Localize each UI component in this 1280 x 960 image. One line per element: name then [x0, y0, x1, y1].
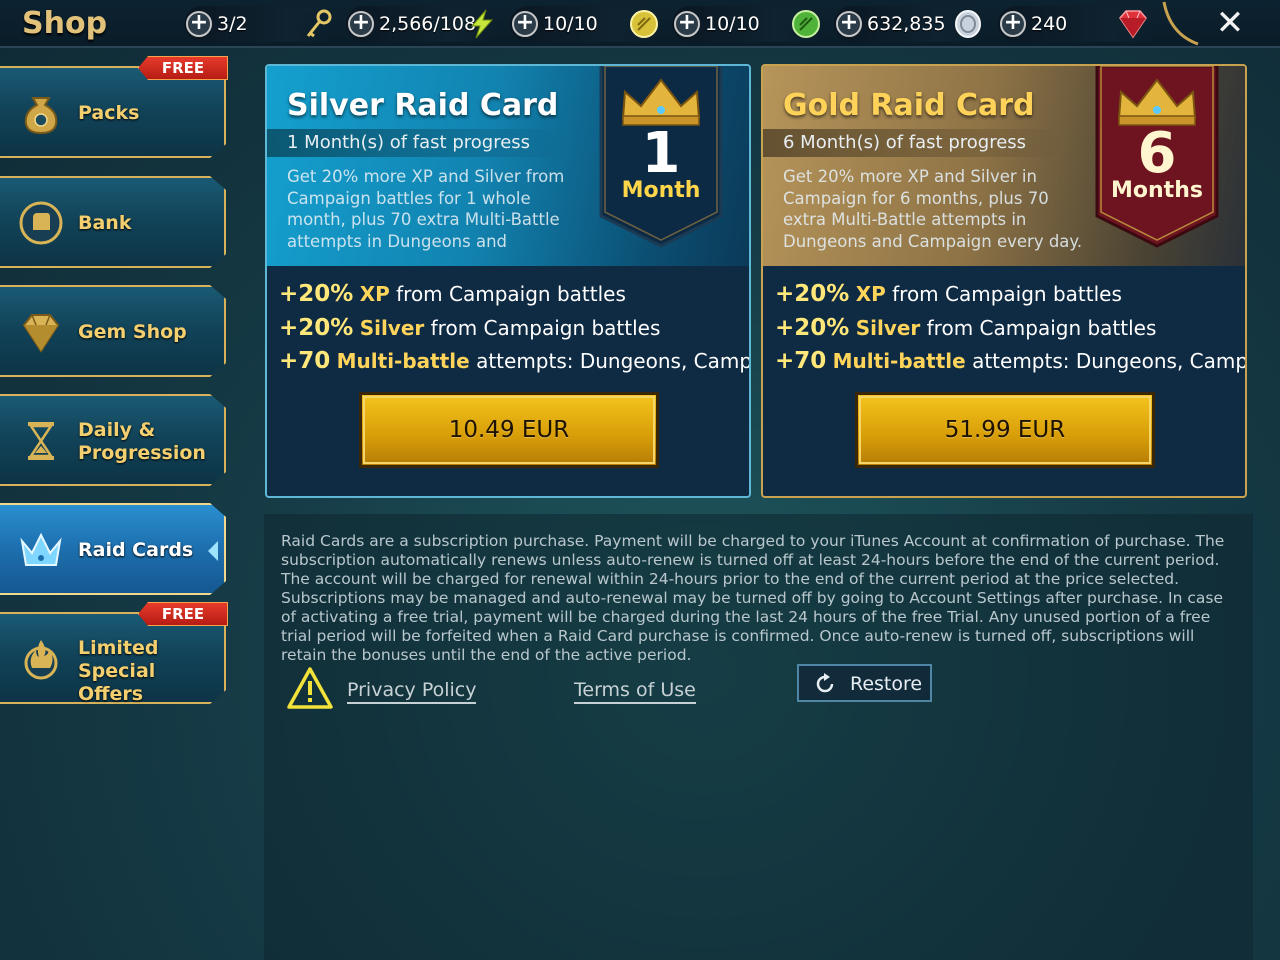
benefit-item: +20% Silver from Campaign battles [775, 314, 1157, 341]
energy-icon [470, 9, 494, 39]
duration-unit: Month [621, 178, 701, 203]
terms-of-use-link[interactable]: Terms of Use [574, 679, 696, 704]
benefit-item: +70 Multi-battle attempts: Dungeons, Cam… [775, 348, 1247, 374]
refresh-icon [816, 673, 834, 693]
card-subtitle: 6 Month(s) of fast progress [783, 132, 1027, 153]
sidebar-label-line2: Offers [78, 683, 144, 705]
sidebar-item-daily-progression[interactable]: Daily & Progression [0, 394, 226, 486]
sidebar-item-bank[interactable]: Bank [0, 176, 226, 268]
resource-gems: + 240 [998, 6, 1158, 42]
active-indicator-arrow [208, 541, 218, 561]
resource-silver: + 632,835 [834, 6, 984, 42]
hourglass-icon [28, 422, 54, 460]
flame-coin-icon [24, 640, 58, 680]
top-bar: Shop + 3/2 + 2,566/108 + 10/10 + 10/10 +… [0, 0, 1280, 48]
gold-raid-card: Gold Raid Card 6 Month(s) of fast progre… [761, 64, 1247, 498]
silver-coin-icon [955, 10, 981, 38]
benefits-list: +20% XP from Campaign battles +20% Silve… [279, 278, 749, 379]
resource-keys-value: 3/2 [217, 13, 248, 35]
sidebar-label-line1: Daily & [78, 419, 156, 441]
benefit-item: +20% XP from Campaign battles [775, 281, 1122, 307]
duration-number: 1 [641, 121, 681, 186]
duration-banner-text: 6 Months [1091, 66, 1223, 248]
benefit-item: +20% XP from Campaign battles [279, 281, 626, 307]
restore-button[interactable]: Restore [797, 664, 932, 702]
resource-green-token-value: 10/10 [705, 13, 760, 35]
buy-gold-card-button[interactable]: 51.99 EUR [855, 392, 1155, 468]
sidebar-item-gem-shop[interactable]: Gem Shop [0, 285, 226, 377]
card-description: Get 20% more XP and Silver in Campaign f… [783, 167, 1083, 251]
add-green-token-button[interactable]: + [674, 11, 700, 37]
card-subtitle: 1 Month(s) of fast progress [287, 132, 531, 153]
card-title: Gold Raid Card [783, 88, 1035, 123]
money-bag-icon [24, 97, 58, 135]
crown-icon [20, 532, 62, 566]
resource-energy: + 2,566/108 [346, 6, 496, 42]
page-title: Shop [22, 6, 108, 41]
resource-gems-value: 240 [1031, 13, 1068, 35]
resource-energy-value: 2,566/108 [379, 13, 477, 35]
duration-unit: Months [1111, 178, 1203, 203]
add-silver-button[interactable]: + [836, 11, 862, 37]
warning-icon [287, 667, 333, 709]
card-title: Silver Raid Card [287, 88, 559, 123]
green-token-icon [792, 10, 820, 38]
sidebar-label-line2: Progression [78, 442, 206, 464]
resource-gold-token-value: 10/10 [543, 13, 598, 35]
free-badge: FREE [138, 602, 228, 626]
add-energy-button[interactable]: + [348, 11, 374, 37]
sidebar-item-label: Bank [78, 212, 132, 234]
sidebar-item-label: Limited Special Offers [78, 637, 224, 705]
decorative-corner [1162, 1, 1199, 46]
card-description: Get 20% more XP and Silver from Campaign… [287, 167, 565, 251]
gem-icon [22, 314, 60, 353]
free-badge: FREE [138, 56, 228, 80]
buy-silver-card-button[interactable]: 10.49 EUR [359, 392, 659, 468]
privacy-policy-link[interactable]: Privacy Policy [347, 679, 477, 704]
add-gold-token-button[interactable]: + [512, 11, 538, 37]
resource-silver-value: 632,835 [867, 13, 946, 35]
ruby-gem-icon [1119, 10, 1147, 39]
close-button[interactable]: ✕ [1208, 4, 1252, 44]
add-keys-button[interactable]: + [186, 11, 212, 37]
benefit-item: +20% Silver from Campaign battles [279, 314, 661, 341]
silver-raid-card: Silver Raid Card 1 Month(s) of fast prog… [265, 64, 751, 498]
sidebar-item-label: Gem Shop [78, 321, 187, 343]
key-icon [306, 9, 332, 38]
bank-fist-icon [19, 201, 63, 245]
sidebar-item-label: Daily & Progression [78, 419, 206, 465]
duration-number: 6 [1137, 121, 1177, 186]
sidebar-item-label: Raid Cards [78, 539, 194, 561]
benefit-item: +70 Multi-battle attempts: Dungeons, Cam… [279, 348, 751, 374]
add-gems-button[interactable]: + [1000, 11, 1026, 37]
restore-label: Restore [850, 673, 923, 695]
duration-banner-text: 1 Month [595, 66, 727, 248]
benefits-list: +20% XP from Campaign battles +20% Silve… [775, 278, 1245, 379]
resource-green-token: + 10/10 [672, 6, 822, 42]
sidebar-label-line1: Limited Special [78, 637, 159, 682]
sidebar-item-raid-cards[interactable]: Raid Cards [0, 503, 226, 595]
subscription-terms-text: Raid Cards are a subscription purchase. … [281, 532, 1225, 664]
gold-arena-token-icon [630, 10, 658, 38]
legal-panel: Raid Cards are a subscription purchase. … [264, 514, 1253, 960]
sidebar-item-label: Packs [78, 102, 140, 124]
resource-gold-token: + 10/10 [510, 6, 660, 42]
resource-keys: + 3/2 [184, 6, 334, 42]
